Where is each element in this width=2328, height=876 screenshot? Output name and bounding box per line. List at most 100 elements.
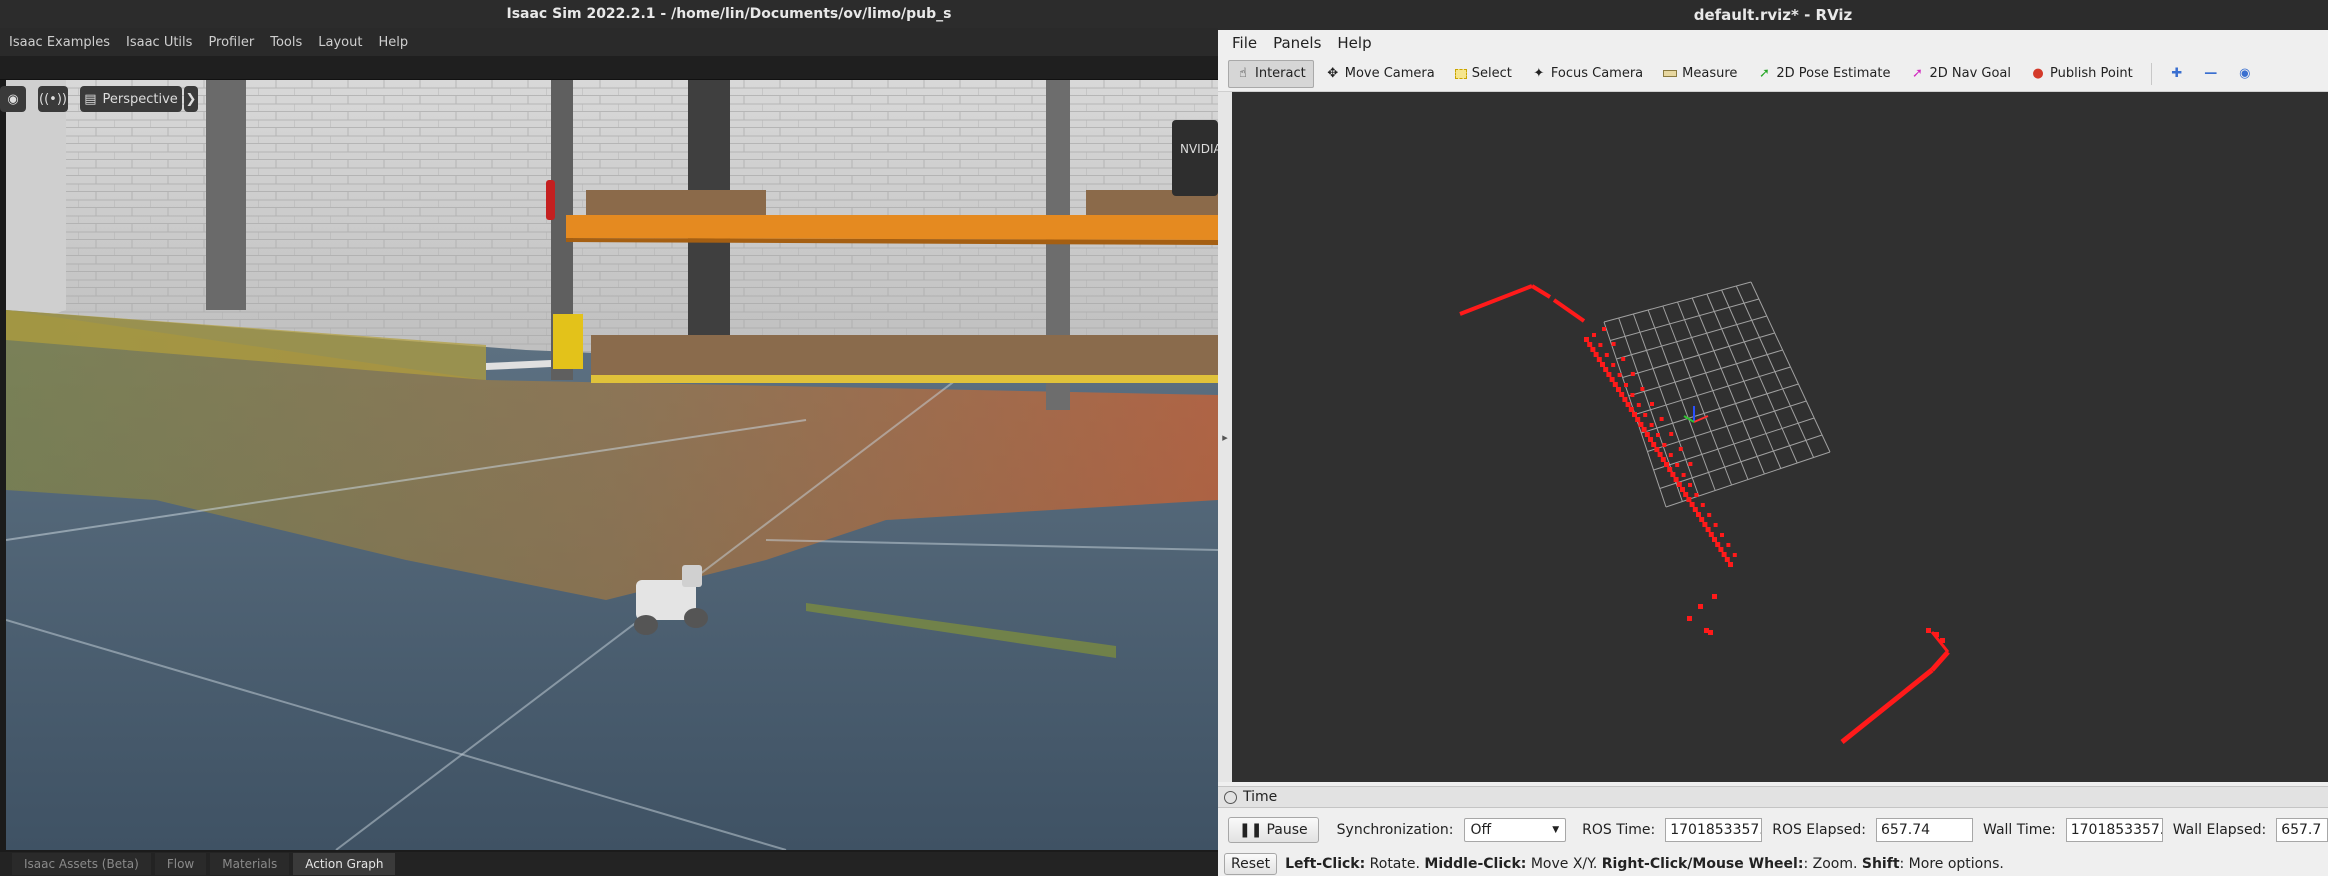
scan-point	[1926, 628, 1931, 633]
scan-point	[1592, 333, 1596, 337]
scan-segment	[1459, 284, 1533, 316]
camera-perspective-button[interactable]: ▤ Perspective	[80, 86, 182, 112]
status-hint: Left-Click: Rotate. Middle-Click: Move X…	[1285, 856, 2004, 872]
scan-point	[1590, 347, 1596, 352]
collapse-panel-handle[interactable]: ▸	[1218, 92, 1232, 782]
move-camera-icon: ✥	[1327, 65, 1339, 81]
scan-point	[1625, 402, 1631, 407]
scan-point	[1721, 552, 1727, 557]
menu-file[interactable]: File	[1226, 34, 1263, 52]
scan-segment	[1840, 668, 1934, 744]
grid-line	[1659, 434, 1823, 489]
scan-point	[1640, 387, 1645, 391]
tool-publish-point-label: Publish Point	[2050, 66, 2133, 81]
menu-tools[interactable]: Tools	[263, 35, 309, 50]
scan-point	[1654, 447, 1660, 452]
scan-point	[1617, 373, 1622, 377]
tool-select[interactable]: Select	[1447, 60, 1520, 88]
menu-profiler[interactable]: Profiler	[201, 35, 261, 50]
tool-2d-nav-goal[interactable]: ➚ 2D Nav Goal	[1902, 60, 2019, 88]
grid-line	[1735, 285, 1815, 458]
reset-button[interactable]: Reset	[1224, 853, 1278, 875]
scan-point	[1603, 367, 1609, 372]
add-tool-button[interactable]: ✚	[2162, 60, 2192, 88]
tool-properties-button[interactable]: ◉	[2230, 60, 2260, 88]
scan-point	[1604, 353, 1609, 357]
scan-point	[1681, 473, 1686, 477]
ros-time-value: 1701853357.07	[1670, 822, 1761, 838]
tool-2d-pose-estimate[interactable]: ➚ 2D Pose Estimate	[1749, 60, 1898, 88]
scan-point	[1619, 392, 1625, 397]
hint-shift-desc: : More options.	[1899, 856, 2004, 872]
rviz-status-bar: Reset Left-Click: Rotate. Middle-Click: …	[1218, 852, 2328, 876]
scan-point	[1611, 342, 1616, 346]
menu-rviz-help[interactable]: Help	[1331, 34, 1377, 52]
scan-point	[1632, 412, 1637, 417]
rviz-3d-view[interactable]	[1232, 92, 2328, 782]
ros-time-field[interactable]: 1701853357.07	[1665, 818, 1763, 842]
scan-point	[1670, 472, 1676, 477]
scan-point	[1720, 533, 1724, 537]
menu-isaac-examples[interactable]: Isaac Examples	[2, 35, 117, 50]
sync-value: Off	[1470, 822, 1492, 838]
scan-point	[1686, 497, 1692, 502]
isaac-viewport[interactable]: NVIDIA	[6, 80, 1218, 850]
scan-point	[1680, 487, 1685, 492]
tool-measure[interactable]: Measure	[1655, 60, 1745, 88]
menu-panels[interactable]: Panels	[1267, 34, 1327, 52]
hint-left-click: Left-Click:	[1285, 856, 1366, 872]
tool-publish-point[interactable]: ● Publish Point	[2023, 60, 2141, 88]
wall-elapsed-field[interactable]: 657.7	[2276, 818, 2328, 842]
nvidia-overlay-label: NVIDIA	[1180, 142, 1218, 156]
scan-point	[1934, 632, 1939, 637]
tab-flow[interactable]: Flow	[154, 853, 207, 875]
tool-measure-label: Measure	[1682, 66, 1738, 81]
scan-point	[1656, 433, 1660, 437]
pause-button[interactable]: ❚❚ Pause	[1228, 817, 1319, 843]
ros-elapsed-field[interactable]: 657.74	[1876, 818, 1973, 842]
scan-point	[1596, 357, 1602, 362]
scan-point	[1644, 432, 1650, 437]
menu-isaac-utils[interactable]: Isaac Utils	[119, 35, 199, 50]
hint-shift: Shift	[1861, 856, 1900, 872]
scan-point	[1676, 482, 1682, 487]
eye-icon[interactable]: ◉	[0, 86, 26, 112]
scan-point	[1628, 407, 1634, 412]
remove-tool-button[interactable]: —	[2196, 60, 2226, 88]
laser-scan-points	[1459, 284, 1950, 744]
scan-point	[1718, 547, 1724, 552]
scan-point	[1649, 423, 1654, 427]
pink-arrow-icon: ➚	[1912, 65, 1923, 81]
tool-move-camera[interactable]: ✥ Move Camera	[1318, 60, 1443, 88]
scan-point	[1940, 638, 1945, 643]
tool-focus-camera[interactable]: ✦ Focus Camera	[1524, 60, 1651, 88]
sync-label: Synchronization:	[1336, 822, 1454, 838]
scan-point	[1683, 492, 1689, 497]
scan-segment	[1530, 284, 1552, 299]
scan-point	[1692, 507, 1698, 512]
tab-isaac-assets[interactable]: Isaac Assets (Beta)	[12, 853, 151, 875]
tab-materials[interactable]: Materials	[210, 853, 290, 875]
isaac-viewport-tabbar	[0, 56, 1218, 80]
time-panel-title: Time	[1243, 789, 1278, 805]
expand-toolbar-icon[interactable]: ❯	[184, 86, 198, 112]
wall-time-field[interactable]: 1701853357.11	[2065, 818, 2163, 842]
hand-icon: ☝	[1239, 65, 1247, 81]
sync-select[interactable]: Off ▼	[1463, 818, 1567, 842]
scan-point	[1713, 523, 1718, 527]
tab-action-graph[interactable]: Action Graph	[293, 853, 396, 875]
pause-button-label: Pause	[1266, 822, 1308, 838]
scan-point	[1702, 522, 1708, 527]
pause-icon: ❚❚	[1239, 822, 1263, 838]
isaac-window-title: Isaac Sim 2022.2.1 - /home/lin/Documents…	[506, 6, 952, 22]
menu-layout[interactable]: Layout	[311, 35, 369, 50]
tool-interact[interactable]: ☝ Interact	[1228, 59, 1314, 88]
eye-view-icon: ◉	[2239, 65, 2251, 81]
menu-help[interactable]: Help	[371, 35, 415, 50]
broadcast-icon[interactable]: ((•))	[38, 86, 68, 112]
scan-point	[1630, 372, 1635, 376]
hint-middle-click: Middle-Click:	[1424, 856, 1527, 872]
scan-point	[1696, 512, 1701, 517]
scan-point	[1675, 463, 1680, 467]
camera-perspective-label: Perspective	[102, 91, 178, 107]
